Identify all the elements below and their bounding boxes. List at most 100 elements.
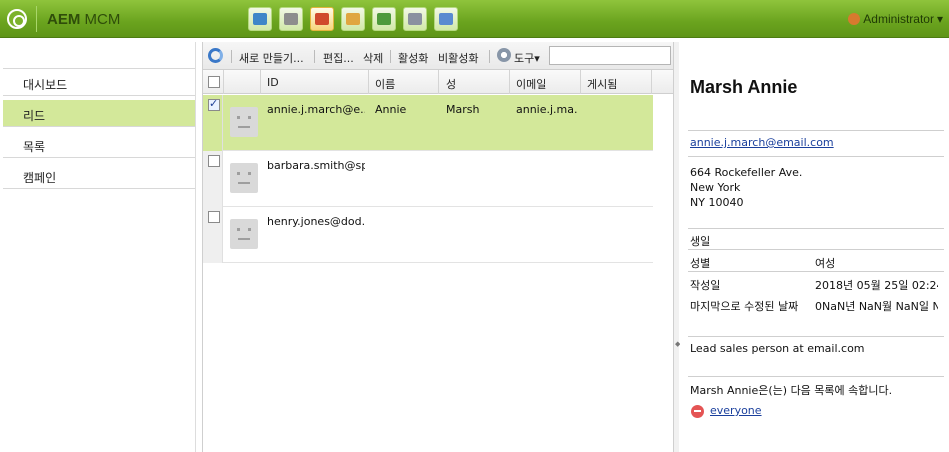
module-button[interactable] <box>341 7 365 31</box>
lead-description: Lead sales person at email.com <box>690 342 865 355</box>
cell-email: annie.j.ma... <box>516 103 578 116</box>
column-divider <box>260 70 261 94</box>
table-row[interactable]: henry.jones@dod... <box>203 207 653 263</box>
address-line: New York <box>690 181 741 194</box>
table-row[interactable]: annie.j.march@e... Annie Marsh annie.j.ma..… <box>203 95 653 151</box>
column-published[interactable]: 게시됨 <box>587 76 617 92</box>
tools-label: 도구 <box>514 52 535 65</box>
lead-email-link[interactable]: annie.j.march@email.com <box>690 136 834 149</box>
column-divider <box>223 70 224 94</box>
deactivate-button[interactable]: 비활성화 <box>438 50 478 66</box>
user-menu[interactable]: Administrator ▾ <box>848 12 943 26</box>
nav-item-lists[interactable]: 목록 <box>3 131 195 158</box>
app-title: AEM MCM <box>47 11 120 28</box>
tools-button[interactable]: 도구▾ <box>514 50 540 66</box>
row-checkbox[interactable] <box>208 211 220 223</box>
address-line: NY 10040 <box>690 196 744 209</box>
module-button[interactable] <box>310 7 334 31</box>
row-checkbox[interactable] <box>208 155 220 167</box>
divider <box>688 271 944 272</box>
tag-icon <box>439 13 453 25</box>
column-divider <box>438 70 439 94</box>
module-button[interactable] <box>403 7 427 31</box>
cell-id: barbara.smith@sp... <box>267 159 365 172</box>
divider <box>688 249 944 250</box>
panel-splitter[interactable] <box>674 42 679 452</box>
gear-icon <box>408 13 422 25</box>
lists-heading: Marsh Annie은(는) 다음 목록에 속합니다. <box>690 384 893 397</box>
field-label-modified: 마지막으로 수정된 날짜 <box>690 300 799 313</box>
module-button[interactable] <box>372 7 396 31</box>
field-value-created: 2018년 05월 25일 02:24 <box>815 279 938 292</box>
left-nav: 대시보드 리드 목록 캠페인 <box>3 42 196 452</box>
column-divider <box>509 70 510 94</box>
edit-button[interactable]: 편집... <box>323 50 354 66</box>
column-id[interactable]: ID <box>267 76 279 89</box>
column-last-name[interactable]: 성 <box>446 76 456 92</box>
field-label-birthday: 생일 <box>690 235 711 248</box>
divider <box>688 130 944 131</box>
people-icon <box>377 13 391 25</box>
cell-last-name: Marsh <box>446 103 480 116</box>
divider <box>688 376 944 377</box>
leads-grid: 새로 만들기... 편집... 삭제 활성화 비활성화 도구▾ ID 이름 성 … <box>202 42 674 452</box>
global-icon <box>253 13 267 25</box>
divider <box>688 336 944 337</box>
field-label-created: 작성일 <box>690 279 721 292</box>
user-icon <box>848 13 861 25</box>
module-button[interactable] <box>434 7 458 31</box>
column-header: ID 이름 성 이메일 게시됨 <box>203 70 673 94</box>
megaphone-icon <box>315 13 329 25</box>
cell-id: annie.j.march@e... <box>267 103 365 116</box>
brand-bold: AEM <box>47 11 81 28</box>
gear-icon <box>497 48 511 62</box>
column-email[interactable]: 이메일 <box>516 76 546 92</box>
column-divider <box>580 70 581 94</box>
table-row[interactable]: barbara.smith@sp... <box>203 151 653 207</box>
user-name: Administrator <box>863 12 934 26</box>
avatar <box>230 163 258 193</box>
column-divider <box>651 70 652 94</box>
chevron-down-icon: ▾ <box>936 12 943 26</box>
remove-icon[interactable] <box>691 405 704 418</box>
toolbar-divider <box>390 50 391 63</box>
module-button[interactable] <box>279 7 303 31</box>
mail-icon <box>346 13 360 25</box>
toolbar-divider <box>314 50 315 63</box>
cell-id: henry.jones@dod... <box>267 215 365 228</box>
avatar <box>230 107 258 137</box>
camera-icon <box>284 13 298 25</box>
select-all-checkbox[interactable] <box>208 76 220 88</box>
top-bar: AEM MCM Administrator ▾ <box>0 0 949 38</box>
toolbar-divider <box>489 50 490 63</box>
activate-button[interactable]: 활성화 <box>398 50 428 66</box>
avatar <box>230 219 258 249</box>
module-button[interactable] <box>248 7 272 31</box>
grid-toolbar: 새로 만들기... 편집... 삭제 활성화 비활성화 도구▾ <box>203 42 673 70</box>
lead-name-title: Marsh Annie <box>690 77 798 97</box>
nav-item-dashboard[interactable]: 대시보드 <box>3 69 195 96</box>
brand-light: MCM <box>84 11 121 28</box>
chevron-down-icon: ▾ <box>534 52 540 65</box>
nav-item-campaigns[interactable]: 캠페인 <box>3 162 195 189</box>
delete-button[interactable]: 삭제 <box>363 50 383 66</box>
column-first-name[interactable]: 이름 <box>375 76 395 92</box>
search-input[interactable] <box>549 46 671 65</box>
module-switcher <box>248 7 458 31</box>
toolbar-divider <box>231 50 232 63</box>
field-value-gender: 여성 <box>815 257 836 270</box>
field-label-gender: 성별 <box>690 257 711 270</box>
cell-first-name: Annie <box>375 103 407 116</box>
refresh-icon[interactable] <box>208 48 223 63</box>
field-value-modified: 0NaN년 NaN월 NaN일 NaN <box>815 300 938 313</box>
new-button[interactable]: 새로 만들기... <box>239 50 304 66</box>
column-divider <box>368 70 369 94</box>
divider <box>688 228 944 229</box>
nav-item-leads[interactable]: 리드 <box>3 100 195 127</box>
lead-detail-panel: Marsh Annie annie.j.march@email.com 664 … <box>680 42 949 452</box>
aem-logo-icon[interactable] <box>7 9 27 29</box>
row-checkbox[interactable] <box>208 97 220 111</box>
list-link-everyone[interactable]: everyone <box>710 404 762 417</box>
logo-divider <box>36 6 37 32</box>
address-line: 664 Rockefeller Ave. <box>690 166 803 179</box>
